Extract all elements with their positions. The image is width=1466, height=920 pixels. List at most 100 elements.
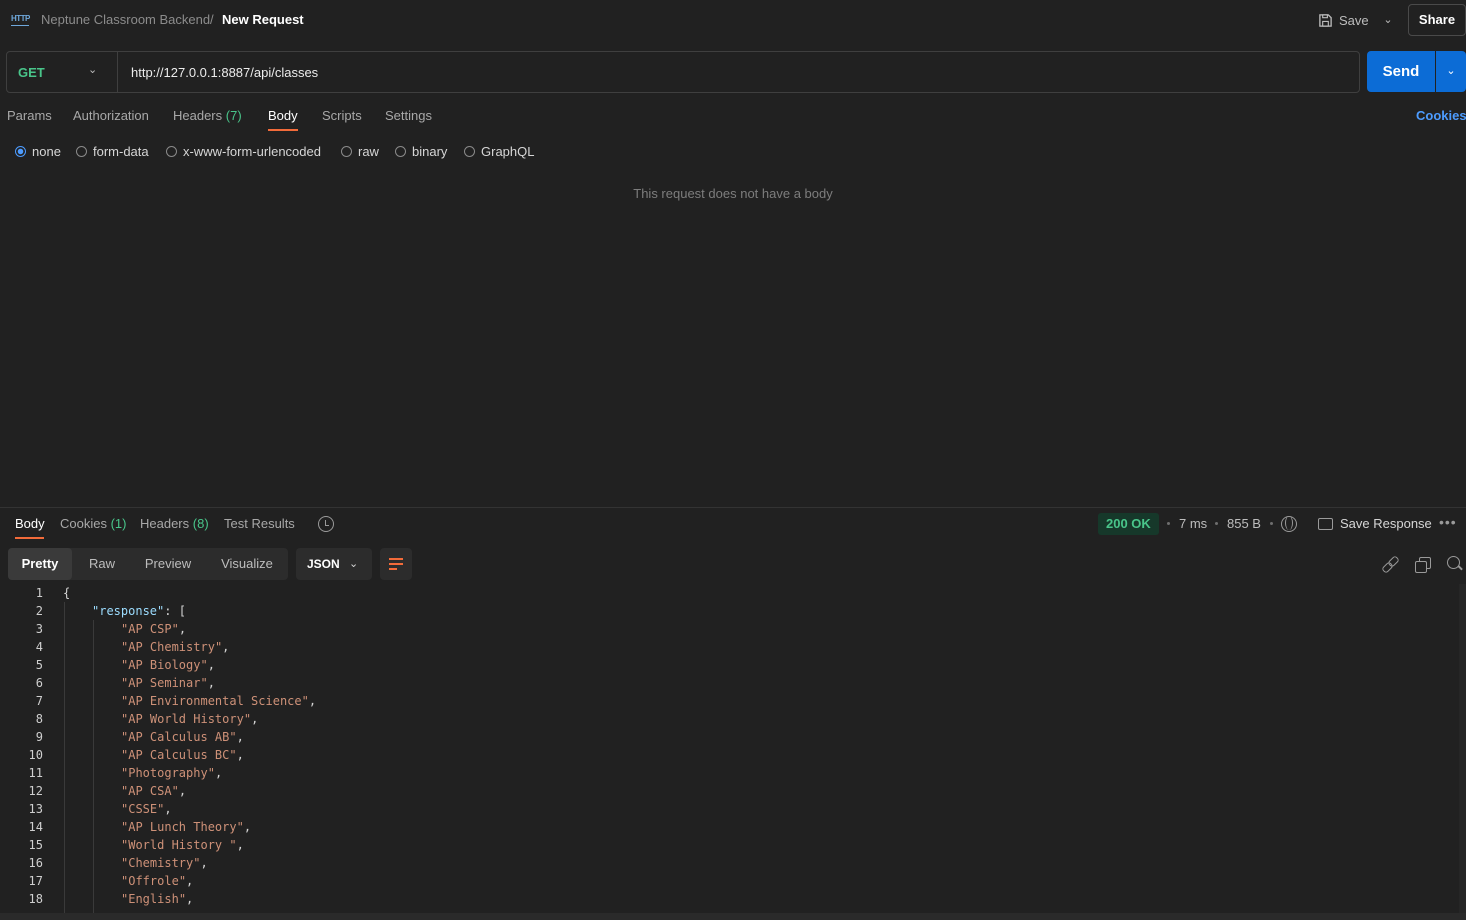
code-text: "AP Environmental Science", <box>121 694 317 708</box>
code-text: "AP Calculus AB", <box>121 730 244 744</box>
line-number: 2 <box>35 604 43 618</box>
send-options-chevron-icon[interactable]: ⌄ <box>1436 51 1466 92</box>
tab-authorization[interactable]: Authorization <box>73 108 149 123</box>
response-body-viewer[interactable]: 1 { 2 "response": [ 3 "AP CSP", 4 "AP Chem… <box>0 584 1466 914</box>
horizontal-scrollbar[interactable] <box>0 913 1466 920</box>
url-input[interactable]: http://127.0.0.1:8887/api/classes <box>131 65 318 80</box>
line-number: 13 <box>28 802 43 816</box>
radio-icon <box>166 146 177 157</box>
radio-icon <box>76 146 87 157</box>
radio-binary[interactable]: binary <box>395 144 447 159</box>
pane-resize-handle[interactable] <box>0 507 1466 508</box>
save-response-icon <box>1318 518 1333 530</box>
save-button[interactable]: Save <box>1318 8 1369 32</box>
wrap-lines-icon <box>389 563 403 565</box>
response-tab-test-results[interactable]: Test Results <box>224 516 295 531</box>
globe-icon[interactable] <box>1281 516 1297 532</box>
radio-none[interactable]: none <box>15 144 61 159</box>
wrap-lines-icon <box>389 568 397 570</box>
response-tab-headers[interactable]: Headers (8) <box>140 516 209 531</box>
method-select[interactable]: GET <box>18 65 45 80</box>
active-tab-indicator <box>268 129 298 131</box>
line-number: 7 <box>35 694 43 708</box>
copy-icon[interactable] <box>1415 556 1431 573</box>
code-text: "response": [ <box>92 604 186 618</box>
view-raw-button[interactable]: Raw <box>76 548 128 580</box>
tab-body[interactable]: Body <box>268 108 298 123</box>
code-line: 13 "CSSE", <box>0 800 1466 818</box>
code-text: "AP Biology", <box>121 658 215 672</box>
line-number: 16 <box>28 856 43 870</box>
chevron-down-icon[interactable]: ⌄ <box>1380 10 1396 30</box>
tab-settings[interactable]: Settings <box>385 108 432 123</box>
line-number: 18 <box>28 892 43 906</box>
view-visualize-button[interactable]: Visualize <box>210 548 284 580</box>
tab-params[interactable]: Params <box>7 108 52 123</box>
code-text: "CSSE", <box>121 802 172 816</box>
code-line: 7 "AP Environmental Science", <box>0 692 1466 710</box>
chevron-down-icon[interactable]: ⌄ <box>88 63 97 76</box>
more-options-icon[interactable]: ••• <box>1439 514 1457 530</box>
line-number: 5 <box>35 658 43 672</box>
wrap-lines-button[interactable] <box>380 548 412 580</box>
code-line: 1 { <box>0 584 1466 602</box>
code-line: 12 "AP CSA", <box>0 782 1466 800</box>
http-icon: HTTP <box>11 12 30 26</box>
response-time[interactable]: 7 ms <box>1179 516 1207 531</box>
code-line: 17 "Offrole", <box>0 872 1466 890</box>
line-number: 4 <box>35 640 43 654</box>
separator-dot <box>1167 522 1170 525</box>
search-icon[interactable] <box>1447 556 1463 572</box>
radio-raw[interactable]: raw <box>341 144 379 159</box>
line-number: 11 <box>28 766 43 780</box>
empty-body-message: This request does not have a body <box>633 186 833 201</box>
page-title[interactable]: New Request <box>222 12 304 27</box>
link-icon[interactable] <box>1382 556 1398 572</box>
code-line: 15 "World History ", <box>0 836 1466 854</box>
tab-headers[interactable]: Headers (7) <box>173 108 242 123</box>
code-text: "AP CSP", <box>121 622 187 636</box>
view-pretty-button[interactable]: Pretty <box>8 548 72 580</box>
breadcrumb-collection[interactable]: Neptune Classroom Backend <box>41 12 210 27</box>
divider <box>117 52 118 92</box>
radio-checked-icon <box>15 146 26 157</box>
history-icon[interactable] <box>318 516 334 532</box>
status-badge[interactable]: 200 OK <box>1098 513 1159 535</box>
view-preview-button[interactable]: Preview <box>134 548 202 580</box>
line-number: 9 <box>35 730 43 744</box>
code-text: "AP Lunch Theory", <box>121 820 252 834</box>
radio-icon <box>395 146 406 157</box>
code-text: "AP Calculus BC", <box>121 748 244 762</box>
save-icon <box>1319 13 1332 27</box>
code-line: 9 "AP Calculus AB", <box>0 728 1466 746</box>
cookies-link[interactable]: Cookies <box>1416 108 1466 123</box>
tab-scripts[interactable]: Scripts <box>322 108 362 123</box>
response-tab-cookies[interactable]: Cookies (1) <box>60 516 126 531</box>
response-size[interactable]: 855 B <box>1227 516 1261 531</box>
send-button[interactable]: Send <box>1367 51 1435 92</box>
chevron-down-icon[interactable]: ⌄ <box>349 548 358 580</box>
code-line: 8 "AP World History", <box>0 710 1466 728</box>
wrap-lines-icon <box>389 558 403 560</box>
response-tab-body[interactable]: Body <box>15 516 45 531</box>
vertical-scrollbar[interactable] <box>1459 584 1466 913</box>
save-response-button[interactable]: Save Response <box>1340 516 1432 531</box>
radio-x-www-form-urlencoded[interactable]: x-www-form-urlencoded <box>166 144 321 159</box>
code-line: 4 "AP Chemistry", <box>0 638 1466 656</box>
code-line: 18 "English", <box>0 890 1466 908</box>
share-button[interactable]: Share <box>1408 4 1466 36</box>
line-number: 8 <box>35 712 43 726</box>
code-line: 16 "Chemistry", <box>0 854 1466 872</box>
code-line: 14 "AP Lunch Theory", <box>0 818 1466 836</box>
code-text: "English", <box>121 892 194 906</box>
line-number: 17 <box>28 874 43 888</box>
radio-form-data[interactable]: form-data <box>76 144 149 159</box>
code-line: 6 "AP Seminar", <box>0 674 1466 692</box>
code-text: { <box>63 586 71 600</box>
code-text: "AP CSA", <box>121 784 187 798</box>
radio-icon <box>464 146 475 157</box>
radio-graphql[interactable]: GraphQL <box>464 144 534 159</box>
format-select[interactable]: JSON <box>296 548 372 580</box>
code-line: 5 "AP Biology", <box>0 656 1466 674</box>
code-text: "AP Seminar", <box>121 676 215 690</box>
